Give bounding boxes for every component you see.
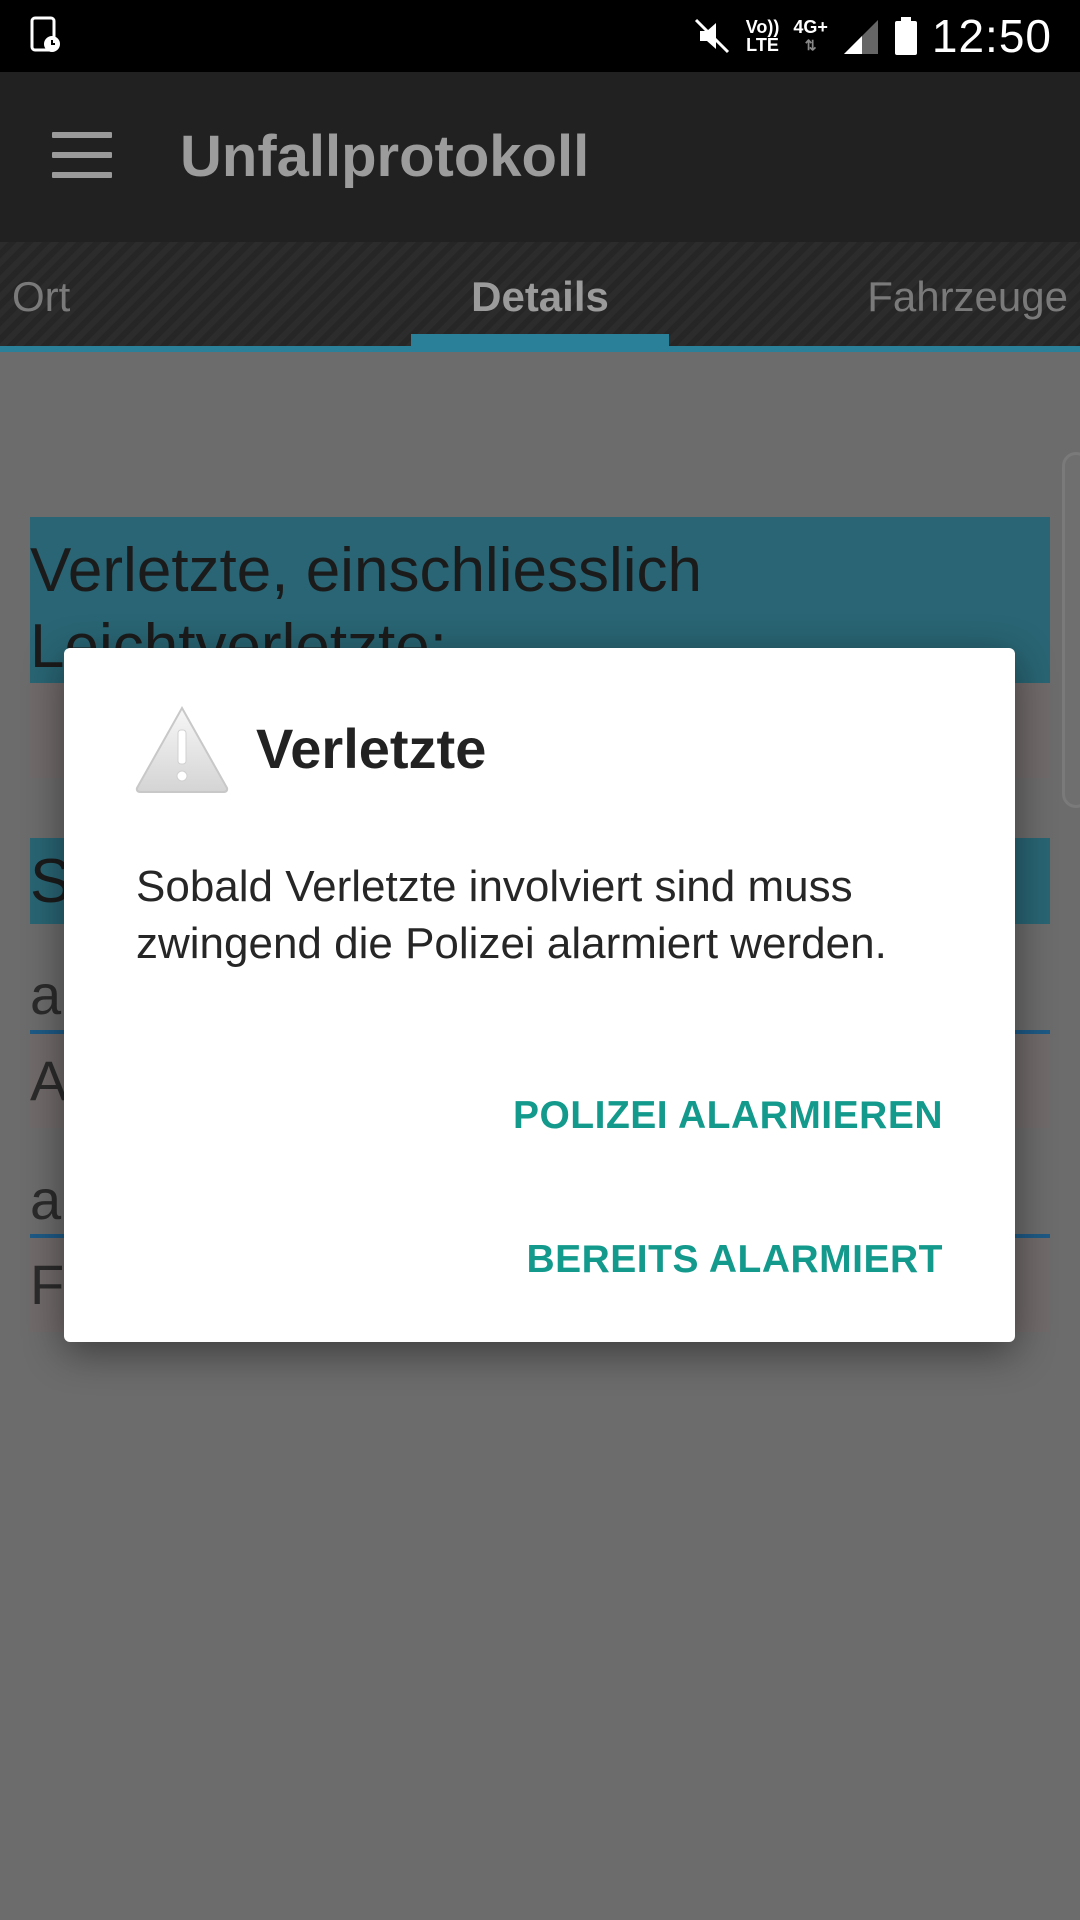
status-icons: Vo)) LTE 4G+ ⇅ 12:50 <box>692 0 1052 72</box>
tab-fahrzeuge[interactable]: Fahrzeuge <box>867 242 1068 342</box>
status-bar: Vo)) LTE 4G+ ⇅ 12:50 <box>0 0 1080 72</box>
clock: 12:50 <box>931 10 1052 62</box>
volte-label: Vo)) <box>745 17 780 37</box>
section-header-line1: Verletzte, einschliesslich <box>30 536 702 605</box>
tab-details[interactable] <box>412 242 668 342</box>
scroll-handle[interactable] <box>1062 452 1080 808</box>
signal-icon <box>843 20 878 54</box>
app-title: Unfallprotokoll <box>180 124 590 189</box>
warning-icon <box>135 705 229 793</box>
volte-indicator: Vo)) LTE <box>746 18 780 54</box>
alert-police-button[interactable]: POLIZEI ALARMIEREN <box>513 1094 943 1138</box>
dialog-title: Verletzte <box>256 717 487 780</box>
screenshot-notification-icon <box>30 16 60 52</box>
tab-indicator <box>411 334 669 346</box>
mute-icon <box>694 18 729 54</box>
battery-icon <box>894 17 917 55</box>
tab-bar: Ort Details Fahrzeuge <box>0 242 1080 346</box>
already-alerted-button[interactable]: BEREITS ALARMIERT <box>526 1238 943 1282</box>
field-label-2: a <box>30 1168 62 1231</box>
tab-ort[interactable]: Ort <box>12 242 70 342</box>
lte-label: LTE <box>746 35 779 55</box>
alert-dialog: Verletzte Sobald Verletzte involviert si… <box>64 648 1015 1342</box>
network-type: 4G+ ⇅ <box>793 18 828 54</box>
data-arrows-icon: ⇅ <box>804 37 817 53</box>
network-label: 4G+ <box>793 17 828 37</box>
dialog-message: Sobald Verletzte involviert sind muss zw… <box>136 862 887 968</box>
hamburger-menu-icon[interactable] <box>52 132 112 180</box>
field-label-1: a <box>30 963 62 1026</box>
app-bar: Unfallprotokoll <box>0 72 1080 242</box>
